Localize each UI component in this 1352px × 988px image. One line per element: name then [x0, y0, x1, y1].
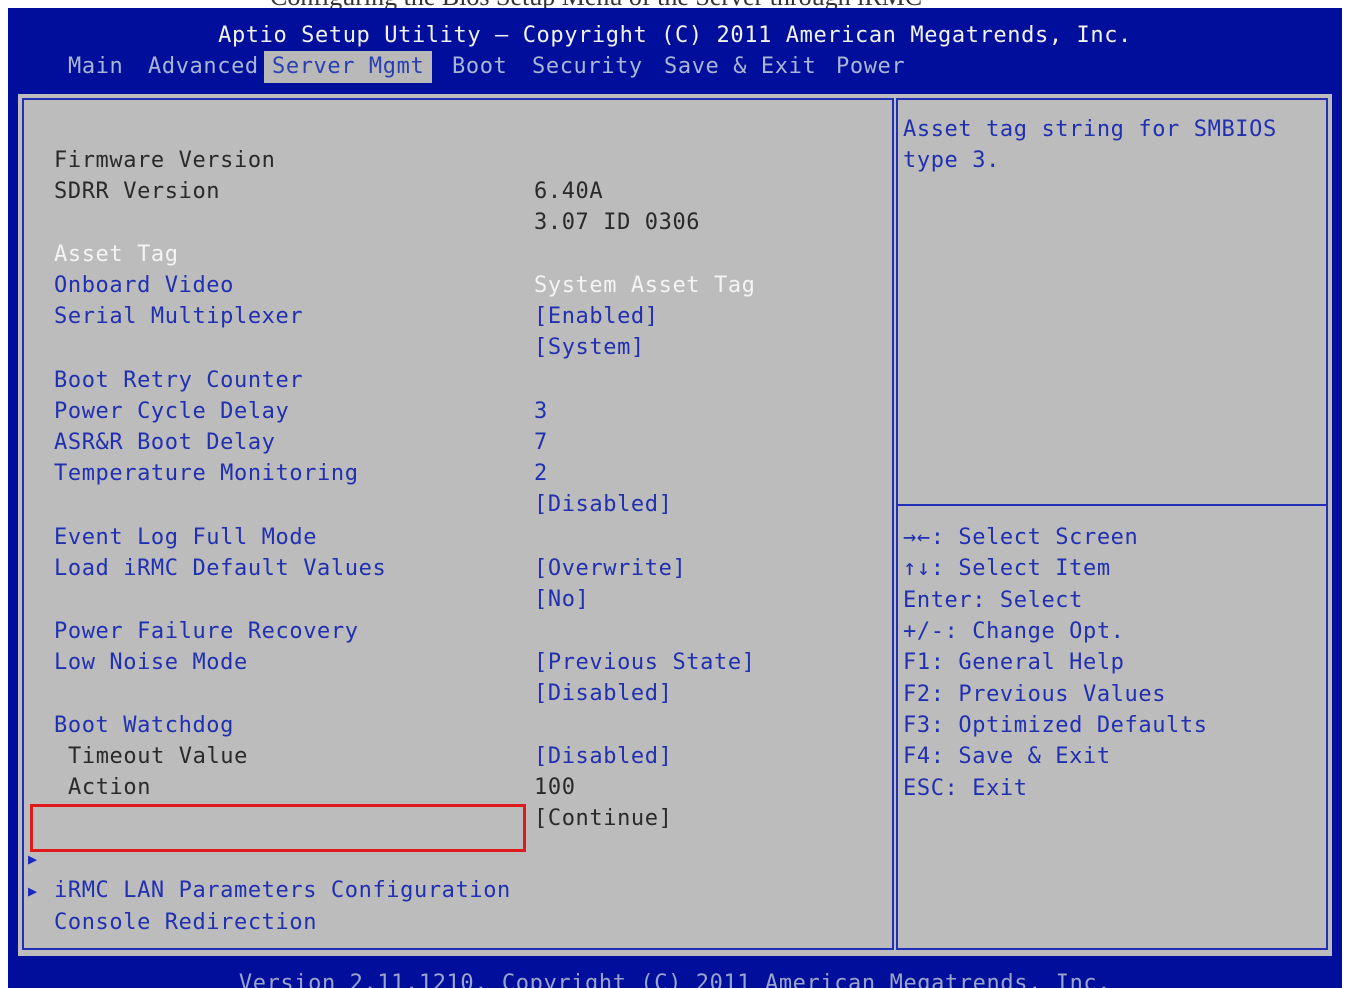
help-divider	[898, 504, 1326, 506]
submenu-label[interactable]: iRMC LAN Parameters Configuration	[54, 875, 511, 906]
help-key-select-item: ↑↓: Select Item	[903, 556, 1111, 581]
help-key-f2: F2: Previous Values	[903, 682, 1167, 707]
setting-load-irmc-defaults[interactable]: Load iRMC Default Values [No]	[18, 522, 589, 612]
tab-main[interactable]: Main	[60, 51, 131, 83]
content-panel: Firmware Version 6.40A SDRR Version 3.07…	[18, 94, 1332, 956]
setting-value[interactable]: [Previous State]	[534, 647, 756, 678]
tab-save-exit[interactable]: Save & Exit	[656, 51, 824, 83]
setting-boot-watchdog[interactable]: Boot Watchdog [Disabled]	[18, 679, 672, 769]
footer-text: Version 2.11.1210. Copyright (C) 2011 Am…	[238, 971, 1112, 988]
setting-value[interactable]: [No]	[534, 584, 589, 615]
info-row-sdrr-version: SDRR Version 3.07 ID 0306	[18, 145, 700, 235]
setting-value[interactable]: [Disabled]	[534, 678, 672, 709]
setting-label: Low Noise Mode	[54, 650, 248, 675]
setting-event-log-full-mode[interactable]: Event Log Full Mode [Overwrite]	[18, 491, 686, 581]
tab-power[interactable]: Power	[828, 51, 913, 83]
setting-value[interactable]: [Disabled]	[534, 741, 672, 772]
setting-action: Action [Continue]	[18, 741, 672, 831]
info-row-firmware-version: Firmware Version 6.40A	[18, 114, 603, 204]
setting-label: Serial Multiplexer	[54, 304, 304, 329]
setting-value[interactable]: System Asset Tag	[534, 270, 756, 301]
help-key-enter: Enter: Select	[903, 588, 1083, 613]
help-key-f4: F4: Save & Exit	[903, 744, 1111, 769]
setting-value: 100	[534, 775, 576, 800]
setting-value: [Continue]	[534, 806, 673, 831]
submenu-label[interactable]: Console Redirection	[54, 907, 317, 938]
help-description-line: Asset tag string for SMBIOS	[903, 117, 1277, 142]
footer: Version 2.11.1210. Copyright (C) 2011 Am…	[8, 964, 1342, 988]
setting-serial-multiplexer[interactable]: Serial Multiplexer [System]	[18, 270, 644, 360]
setting-value[interactable]: 7	[534, 427, 548, 458]
setting-value[interactable]: 3	[534, 396, 548, 427]
help-key-select-screen: →←: Select Screen	[903, 525, 1139, 550]
highlight-box	[30, 804, 526, 852]
setting-label: Temperature Monitoring	[54, 461, 359, 486]
submenu-arrow-icon: ▶	[28, 882, 38, 900]
info-value: 6.40A	[534, 179, 604, 204]
setting-temperature-monitoring[interactable]: Temperature Monitoring [Disabled]	[18, 427, 672, 517]
help-description-line: type 3.	[903, 148, 1000, 173]
setting-boot-retry-counter[interactable]: Boot Retry Counter 3	[18, 334, 547, 424]
setting-asset-tag[interactable]: Asset Tag System Asset Tag	[18, 208, 755, 298]
setting-label: Action	[68, 775, 152, 800]
setting-asrr-boot-delay[interactable]: ASR&R Boot Delay 2	[18, 396, 547, 486]
bios-window: Aptio Setup Utility – Copyright (C) 2011…	[8, 8, 1342, 988]
setting-value[interactable]: [Overwrite]	[534, 553, 686, 584]
setting-onboard-video[interactable]: Onboard Video [Enabled]	[18, 239, 658, 329]
setting-value[interactable]: [Disabled]	[534, 489, 672, 520]
help-key-f1: F1: General Help	[903, 650, 1125, 675]
setting-power-failure-recovery[interactable]: Power Failure Recovery [Previous State]	[18, 585, 755, 675]
page-header-fragment: Configuring the Bios Setup Menu of the S…	[0, 0, 1352, 8]
setting-value[interactable]: [System]	[534, 332, 645, 363]
info-label: SDRR Version	[54, 179, 221, 204]
tab-server-mgmt[interactable]: Server Mgmt	[264, 51, 433, 83]
help-key-f3: F3: Optimized Defaults	[903, 713, 1208, 738]
setting-low-noise-mode[interactable]: Low Noise Mode [Disabled]	[18, 616, 672, 706]
bios-title: Aptio Setup Utility – Copyright (C) 2011…	[218, 23, 1132, 48]
setting-label: Load iRMC Default Values	[54, 556, 387, 581]
info-value: 3.07 ID 0306	[534, 210, 701, 235]
tab-advanced[interactable]: Advanced	[140, 51, 267, 83]
setting-value[interactable]: [Enabled]	[534, 301, 659, 332]
tab-boot[interactable]: Boot	[444, 51, 515, 83]
setting-value[interactable]: 2	[534, 458, 548, 489]
tab-security[interactable]: Security	[524, 51, 651, 83]
help-key-esc: ESC: Exit	[903, 776, 1028, 801]
help-key-change-opt: +/-: Change Opt.	[903, 619, 1125, 644]
setting-power-cycle-delay[interactable]: Power Cycle Delay 7	[18, 365, 547, 455]
setting-timeout-value: Timeout Value 100	[18, 710, 575, 800]
